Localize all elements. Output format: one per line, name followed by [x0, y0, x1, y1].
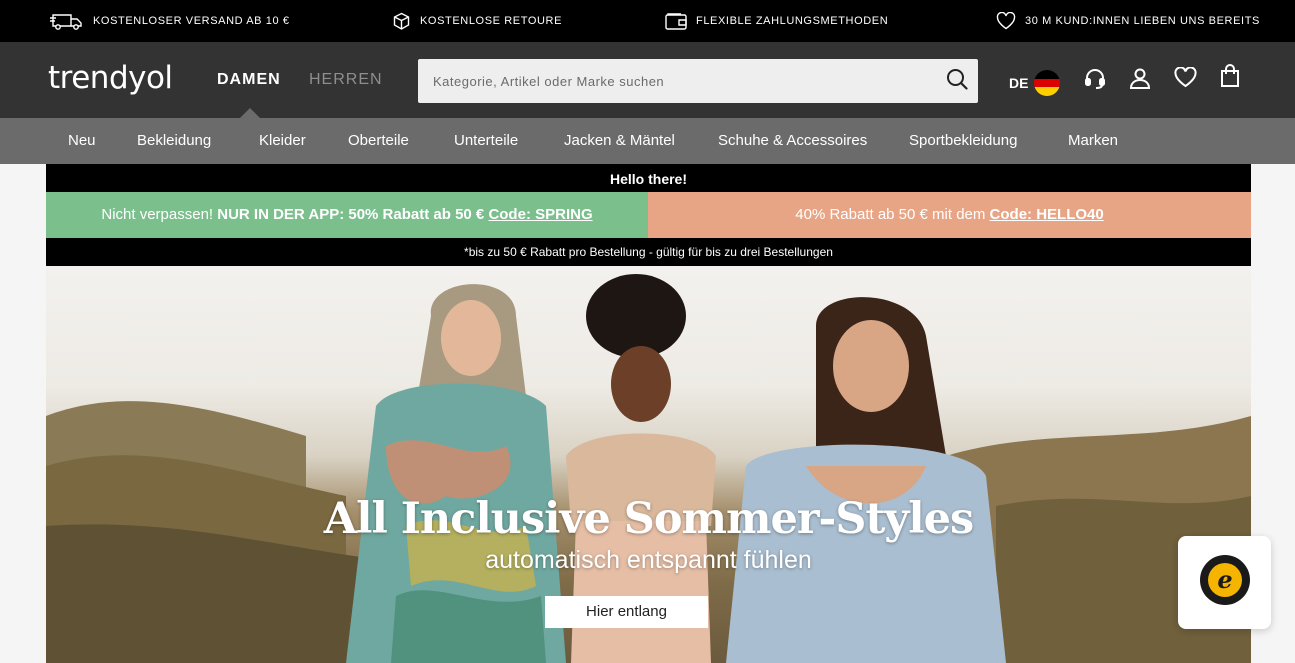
info-returns-label: KOSTENLOSE RETOURE	[420, 15, 563, 27]
wallet-icon	[665, 12, 687, 30]
category-marken[interactable]: Marken	[1068, 118, 1118, 164]
trendyol-logo[interactable]: trendyol	[48, 60, 173, 96]
trusted-shops-badge[interactable]: e	[1178, 536, 1271, 629]
info-customers: 30 M KUND:INNEN LIEBEN UNS BEREITS	[996, 0, 1260, 42]
headset-icon	[1083, 66, 1107, 95]
promo-left-bold: NUR IN DER APP: 50% Rabatt ab 50 €	[217, 206, 489, 223]
hero-banner[interactable]: Hello there! Nicht verpassen! NUR IN DER…	[46, 164, 1251, 663]
heart-icon	[1173, 66, 1197, 93]
info-customers-label: 30 M KUND:INNEN LIEBEN UNS BEREITS	[1025, 15, 1260, 27]
promo-app-spring[interactable]: Nicht verpassen! NUR IN DER APP: 50% Rab…	[46, 192, 648, 238]
active-tab-indicator	[240, 108, 260, 118]
hero-cta-button[interactable]: Hier entlang	[545, 596, 708, 628]
hello-strip: Hello there!	[46, 164, 1251, 192]
category-nav: Neu Bekleidung Kleider Oberteile Unterte…	[0, 118, 1295, 164]
promo-left-prefix: Nicht verpassen!	[101, 206, 218, 223]
tab-herren[interactable]: HERREN	[309, 71, 383, 89]
category-neu[interactable]: Neu	[68, 118, 96, 164]
info-payment: FLEXIBLE ZAHLUNGSMETHODEN	[665, 0, 888, 42]
language-label: DE	[1009, 75, 1029, 91]
info-bar: KOSTENLOSER VERSAND AB 10 € KOSTENLOSE R…	[0, 0, 1295, 42]
promo-hello40[interactable]: 40% Rabatt ab 50 € mit dem Code: HELLO40	[648, 192, 1251, 238]
info-returns: KOSTENLOSE RETOURE	[392, 0, 562, 42]
category-unterteile[interactable]: Unterteile	[454, 118, 518, 164]
trusted-shops-seal-icon: e	[1199, 554, 1251, 611]
german-flag-icon	[1034, 70, 1061, 96]
category-bekleidung[interactable]: Bekleidung	[137, 118, 211, 164]
search-icon	[946, 68, 968, 95]
shopping-bag-icon	[1220, 63, 1240, 93]
hero-image: All Inclusive Sommer-Styles automatisch …	[46, 266, 1251, 663]
user-icon	[1129, 67, 1151, 94]
main-header: trendyol DAMEN HERREN DE	[0, 42, 1295, 118]
category-schuhe-accessoires[interactable]: Schuhe & Accessoires	[718, 118, 867, 164]
promo-right-code: Code: HELLO40	[989, 206, 1104, 223]
language-selector[interactable]: DE	[1009, 70, 1061, 96]
promo-right-prefix: 40% Rabatt ab 50 € mit dem	[795, 206, 990, 223]
category-oberteile[interactable]: Oberteile	[348, 118, 409, 164]
info-shipping: KOSTENLOSER VERSAND AB 10 €	[50, 0, 290, 42]
svg-text:e: e	[1217, 565, 1232, 594]
customer-service-button[interactable]	[1083, 68, 1107, 92]
tab-damen[interactable]: DAMEN	[217, 71, 281, 89]
promo-note: *bis zu 50 € Rabatt pro Bestellung - gül…	[46, 238, 1251, 266]
info-payment-label: FLEXIBLE ZAHLUNGSMETHODEN	[696, 15, 889, 27]
category-kleider[interactable]: Kleider	[259, 118, 306, 164]
return-box-icon	[392, 12, 411, 31]
favorites-button[interactable]	[1173, 66, 1197, 93]
hero-subline: automatisch entspannt fühlen	[485, 546, 812, 574]
heart-icon	[996, 12, 1016, 30]
search-button[interactable]	[944, 68, 970, 94]
account-button[interactable]	[1128, 68, 1152, 92]
promo-left-code: Code: SPRING	[488, 206, 593, 223]
search-bar	[418, 59, 978, 103]
category-sportbekleidung[interactable]: Sportbekleidung	[909, 118, 1017, 164]
hero-headline: All Inclusive Sommer-Styles	[323, 494, 974, 544]
info-shipping-label: KOSTENLOSER VERSAND AB 10 €	[93, 15, 290, 27]
truck-icon	[50, 11, 84, 31]
cart-button[interactable]	[1218, 63, 1242, 93]
search-input[interactable]	[418, 59, 928, 103]
category-jacken-maentel[interactable]: Jacken & Mäntel	[564, 118, 675, 164]
